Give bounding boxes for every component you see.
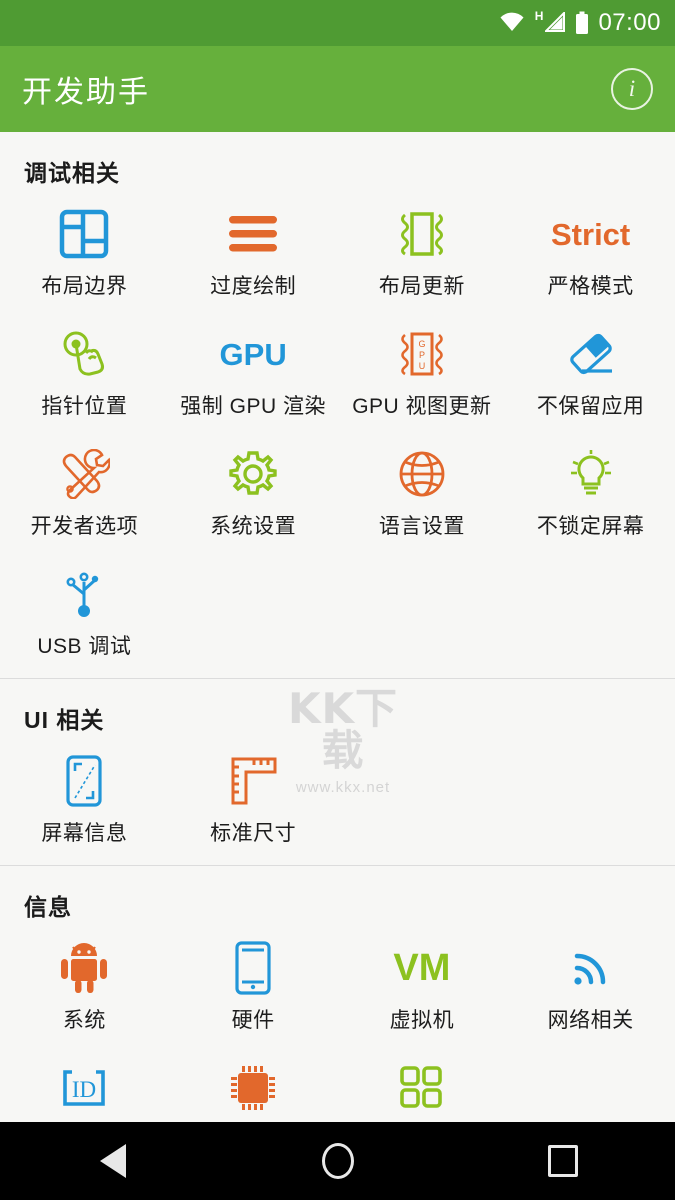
- status-bar: H 07:00: [0, 0, 675, 46]
- gpu-text: GPU: [219, 336, 287, 372]
- item-developer-options[interactable]: 开发者选项: [0, 432, 169, 552]
- item-label: 语言设置: [378, 515, 465, 538]
- item-screen-info[interactable]: 屏幕信息: [0, 739, 169, 859]
- cpu-chip-icon: [222, 1060, 284, 1116]
- item-label: 过度绘制: [210, 275, 297, 298]
- wifi-icon: [500, 12, 524, 31]
- svg-text:G: G: [418, 339, 425, 349]
- item-hardware[interactable]: 硬件: [169, 926, 338, 1046]
- item-force-gpu[interactable]: GPU 强制 GPU 渲染: [169, 312, 338, 432]
- app-bar: 开发助手 i: [0, 46, 675, 132]
- item-label: USB 调试: [37, 635, 132, 658]
- item-system-settings[interactable]: 系统设置: [169, 432, 338, 552]
- recents-button[interactable]: [528, 1136, 598, 1186]
- item-virtual-machine[interactable]: VM 虚拟机: [338, 926, 507, 1046]
- content-area: 调试相关 布局边界 过度绘制 布局更新 Strict 严格模式 指针位置 GPU…: [0, 132, 675, 1166]
- vm-text-icon: VM: [391, 940, 453, 996]
- vm-text: VM: [393, 947, 451, 989]
- item-label: 不保留应用: [536, 395, 645, 418]
- item-label: 强制 GPU 渲染: [180, 395, 326, 418]
- phone-icon: [222, 940, 284, 996]
- apps-grid-icon: [391, 1060, 453, 1116]
- usb-icon: [53, 566, 115, 622]
- layout-update-icon: [391, 206, 453, 262]
- status-clock: 07:00: [598, 9, 661, 36]
- item-language-settings[interactable]: 语言设置: [338, 432, 507, 552]
- item-label: GPU 视图更新: [352, 395, 492, 418]
- item-dont-keep-activities[interactable]: 不保留应用: [506, 312, 675, 432]
- ruler-icon: [222, 753, 284, 809]
- item-keep-screen-on[interactable]: 不锁定屏幕: [506, 432, 675, 552]
- gpu-view-update-icon: G P U: [391, 326, 453, 382]
- id-bracket-icon: ID: [53, 1060, 115, 1116]
- item-label: 系统设置: [210, 515, 297, 538]
- item-label: 网络相关: [547, 1009, 634, 1032]
- section-title-info: 信息: [24, 894, 72, 920]
- home-button[interactable]: [303, 1136, 373, 1186]
- info-icon[interactable]: i: [611, 68, 653, 110]
- gpu-text-icon: GPU: [219, 326, 287, 382]
- pointer-location-icon: [53, 326, 115, 382]
- gear-icon: [222, 446, 284, 502]
- home-circle-icon: [321, 1143, 354, 1179]
- back-triangle-icon: [99, 1144, 126, 1178]
- navigation-bar: [0, 1122, 675, 1200]
- strict-text-icon: Strict: [551, 206, 630, 262]
- status-icon-group: H: [499, 9, 590, 35]
- overdraw-bars-icon: [222, 206, 284, 262]
- back-button[interactable]: [78, 1136, 148, 1186]
- item-gpu-view-update[interactable]: G P U GPU 视图更新: [338, 312, 507, 432]
- info-glyph: i: [628, 76, 636, 101]
- strict-text: Strict: [551, 216, 631, 252]
- item-label: 指针位置: [41, 395, 128, 418]
- app-title: 开发助手: [22, 76, 150, 109]
- item-layout-update[interactable]: 布局更新: [338, 192, 507, 312]
- item-standard-size[interactable]: 标准尺寸: [169, 739, 338, 859]
- grid-debug: 布局边界 过度绘制 布局更新 Strict 严格模式 指针位置 GPU 强制 G…: [0, 192, 675, 672]
- svg-text:P: P: [419, 350, 425, 360]
- battery-icon: [576, 11, 589, 34]
- item-label: 布局更新: [378, 275, 465, 298]
- recents-square-icon: [547, 1145, 578, 1177]
- lightbulb-icon: [560, 446, 622, 502]
- item-strict-mode[interactable]: Strict 严格模式: [506, 192, 675, 312]
- item-label: 严格模式: [547, 275, 634, 298]
- globe-icon: [391, 446, 453, 502]
- item-label: 屏幕信息: [41, 822, 128, 845]
- section-title-debug: 调试相关: [24, 160, 120, 186]
- tools-icon: [53, 446, 115, 502]
- item-system[interactable]: 系统: [0, 926, 169, 1046]
- item-usb-debug[interactable]: USB 调试: [0, 552, 169, 672]
- item-label: 不锁定屏幕: [536, 515, 645, 538]
- grid-spacer: [338, 739, 507, 859]
- item-layout-bounds[interactable]: 布局边界: [0, 192, 169, 312]
- screen-info-icon: [53, 753, 115, 809]
- item-label: 虚拟机: [389, 1009, 455, 1032]
- eraser-icon: [560, 326, 622, 382]
- phone-screen: H 07:00 开发助手 i 调试相关 布局边界 过度绘制 布局更新 Stric…: [0, 0, 675, 1200]
- item-pointer-location[interactable]: 指针位置: [0, 312, 169, 432]
- h-network-icon: H: [534, 9, 544, 23]
- section-title-ui: UI 相关: [24, 707, 105, 733]
- item-label: 标准尺寸: [210, 822, 297, 845]
- item-label: 系统: [62, 1009, 106, 1032]
- item-label: 硬件: [231, 1009, 275, 1032]
- item-label: 布局边界: [41, 275, 128, 298]
- grid-spacer: [506, 739, 675, 859]
- svg-text:ID: ID: [72, 1077, 96, 1102]
- signal-icon: [545, 12, 566, 32]
- item-label: 开发者选项: [30, 515, 139, 538]
- layout-bounds-icon: [53, 206, 115, 262]
- svg-text:U: U: [419, 361, 426, 371]
- wifi-arcs-icon: [560, 940, 622, 996]
- grid-ui: 屏幕信息 标准尺寸: [0, 739, 675, 859]
- item-overdraw[interactable]: 过度绘制: [169, 192, 338, 312]
- android-robot-icon: [53, 940, 115, 996]
- item-network[interactable]: 网络相关: [506, 926, 675, 1046]
